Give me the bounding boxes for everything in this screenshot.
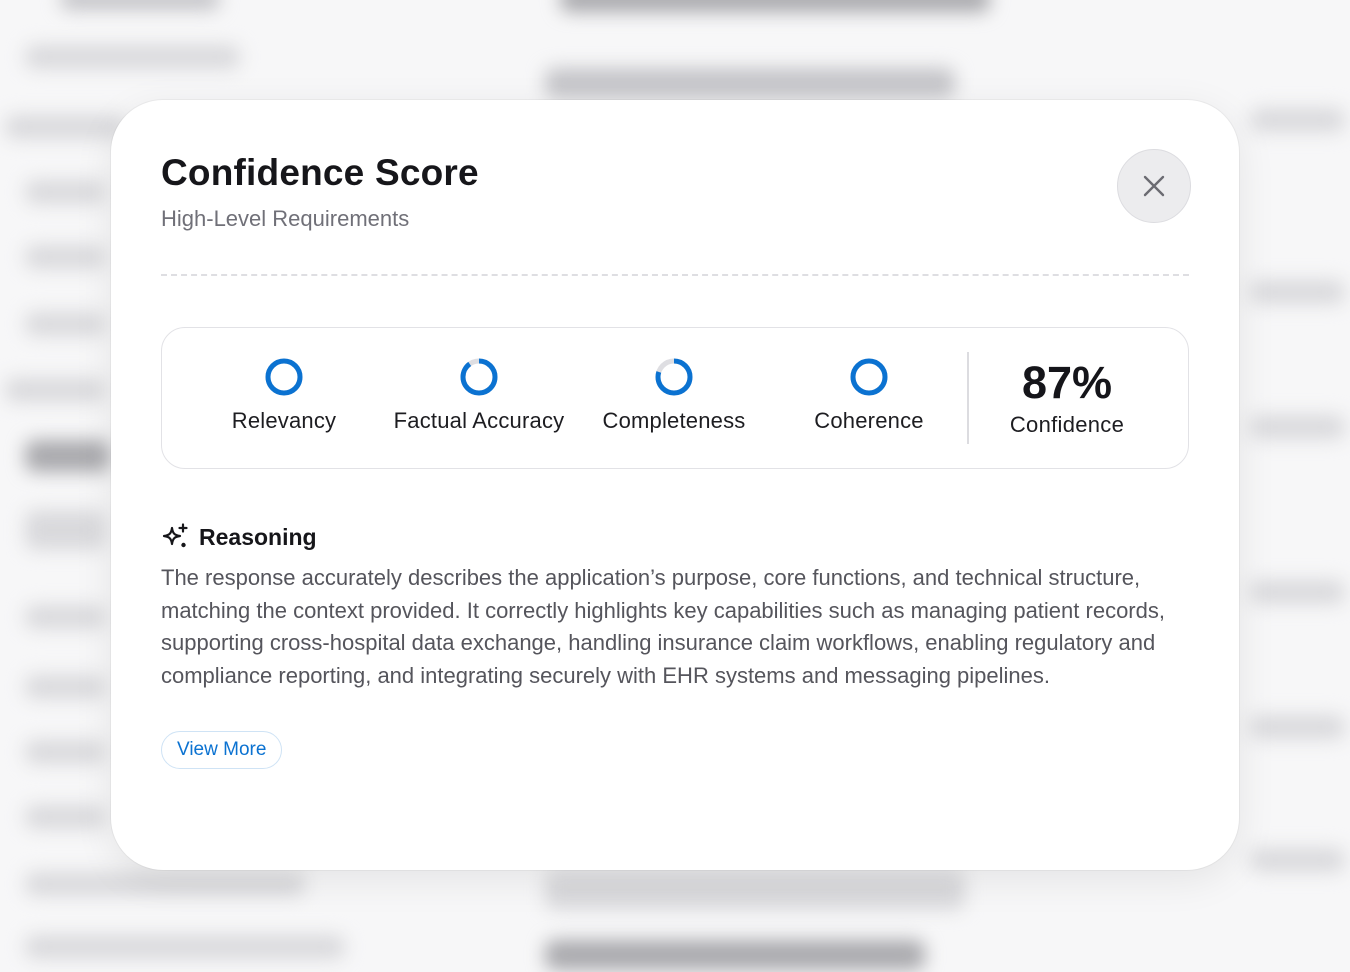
close-icon <box>1143 175 1165 197</box>
progress-ring-icon <box>460 358 498 396</box>
modal-subtitle: High-Level Requirements <box>161 206 410 231</box>
reasoning-header: Reasoning <box>161 522 317 552</box>
ring-progress <box>850 358 888 396</box>
confidence-label: Confidence <box>1009 412 1125 437</box>
confidence-score-modal: Confidence Score High-Level Requirements… <box>111 100 1239 870</box>
progress-ring-icon <box>850 358 888 396</box>
metric-completeness: Completeness <box>574 356 774 434</box>
metric-label: Coherence <box>814 408 924 433</box>
reasoning-text: The response accurately describes the ap… <box>161 565 1165 688</box>
view-more-button[interactable]: View More <box>161 731 283 769</box>
reasoning-title: Reasoning <box>199 523 317 550</box>
confidence-summary: 87% Confidence <box>982 358 1152 438</box>
metrics-separator <box>967 352 969 444</box>
sparkle-icon <box>162 523 188 548</box>
metric-relevancy: Relevancy <box>184 356 384 434</box>
close-button[interactable] <box>1117 149 1191 223</box>
modal-title: Confidence Score <box>161 152 479 193</box>
section-divider <box>161 274 1189 276</box>
confidence-value: 87% <box>1021 357 1113 408</box>
metric-label: Factual Accuracy <box>393 408 565 433</box>
ring-progress <box>265 358 303 396</box>
ring-progress <box>460 358 498 396</box>
progress-ring-icon <box>265 358 303 396</box>
metric-coherence: Coherence <box>769 356 969 434</box>
metric-label: Relevancy <box>231 408 337 433</box>
progress-ring-icon <box>655 358 693 396</box>
metrics-card: Relevancy Factual Accuracy Completeness … <box>161 327 1189 469</box>
metric-factual-accuracy: Factual Accuracy <box>379 356 579 434</box>
metric-label: Completeness <box>602 408 746 433</box>
